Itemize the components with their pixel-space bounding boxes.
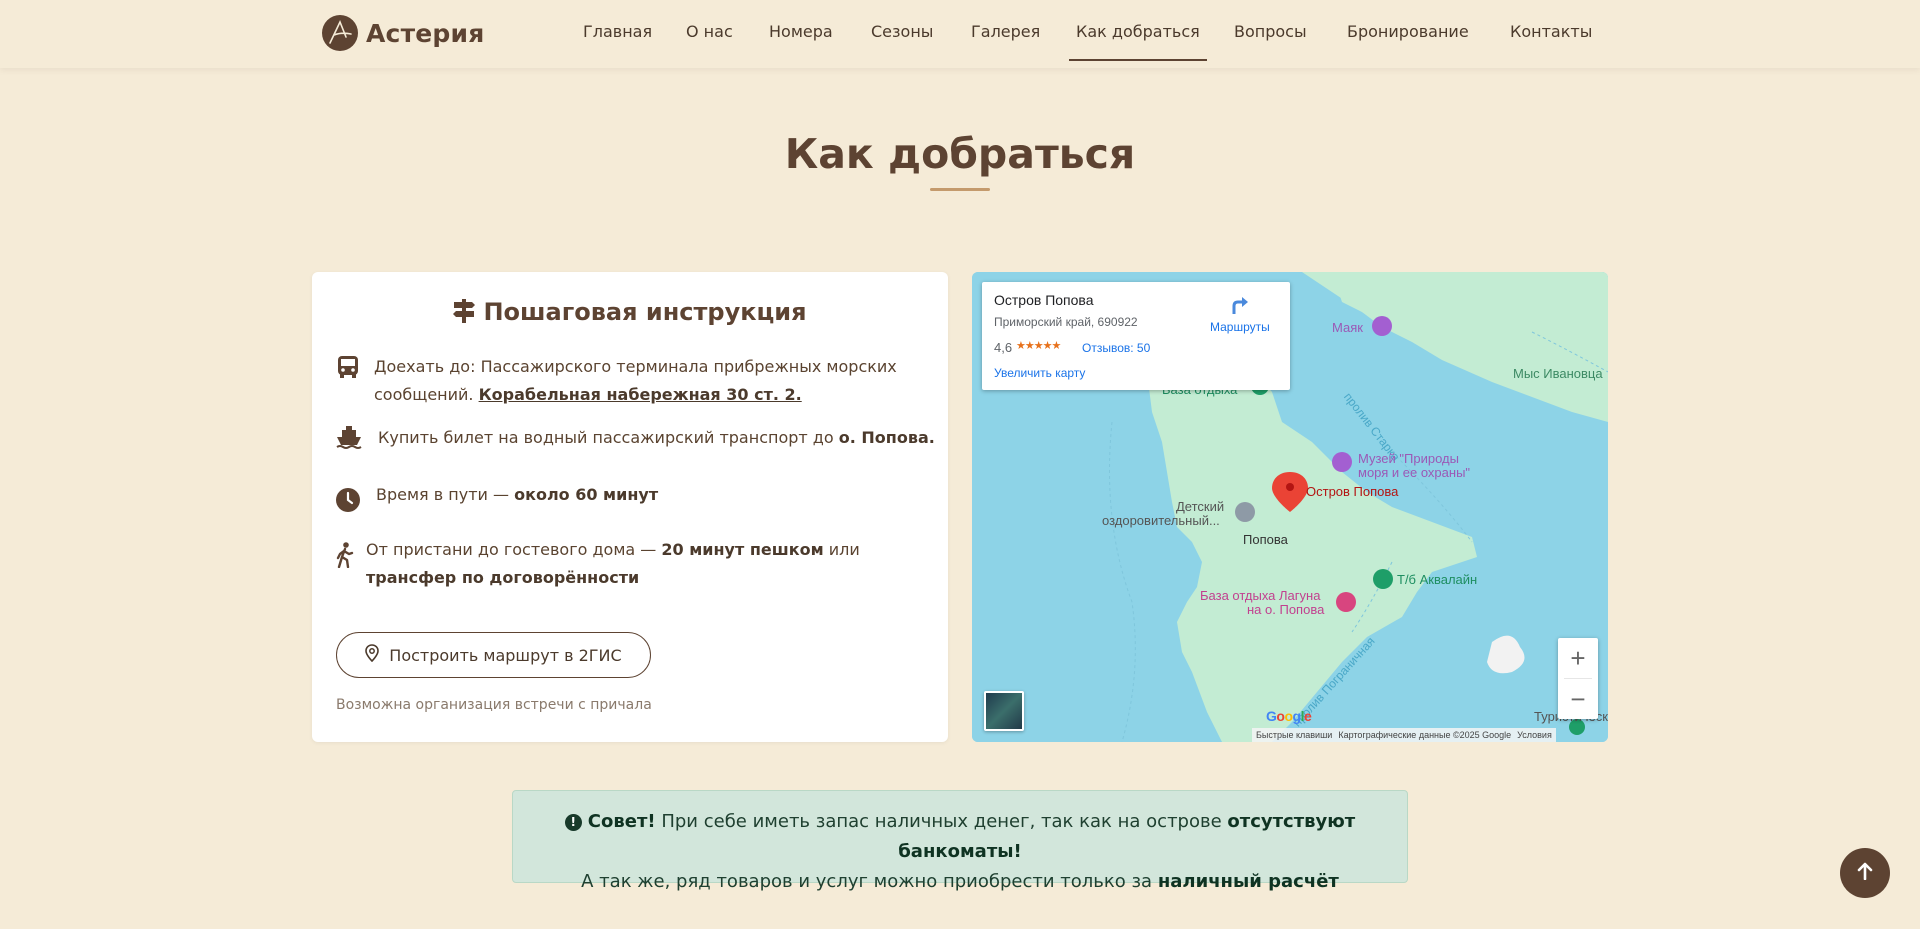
destination-island: о. Попова. (838, 428, 935, 447)
directions-link[interactable]: Маршруты (1210, 320, 1270, 334)
instructions-card: Пошаговая инструкция Доехать до: Пассажи… (312, 272, 948, 742)
place-rating: 4,6 (994, 340, 1013, 355)
clock-icon (336, 488, 360, 512)
nav-directions[interactable]: Как добраться (1076, 22, 1200, 41)
zoom-in-button[interactable]: + (1558, 638, 1598, 678)
step-bus: Доехать до: Пассажирского терминала приб… (336, 353, 934, 409)
step-bus-text: Доехать до: Пассажирского терминала приб… (374, 353, 934, 409)
place-title: Остров Попова (994, 292, 1094, 308)
map-label-laguna-line1: База отдыха Лагуна (1200, 588, 1321, 603)
directions-icon[interactable] (1228, 294, 1250, 321)
step-walk-or: или (823, 540, 860, 559)
step-ticket-text: Купить билет на водный пассажирский тран… (378, 424, 935, 452)
nav-home[interactable]: Главная (583, 22, 652, 41)
map-data-credit: Картографические данные ©2025 Google (1338, 730, 1512, 740)
step-duration: Время в пути — около 60 минут (336, 481, 658, 512)
logo-icon (322, 15, 358, 51)
nav-contacts[interactable]: Контакты (1510, 22, 1592, 41)
map-info-window: Остров Попова Приморский край, 690922 4,… (982, 282, 1290, 390)
step-walk-text: От пристани до гостевого дома — 20 минут… (366, 536, 926, 592)
tip-cash-only: наличный расчёт (1157, 871, 1339, 892)
step-ticket-desc: Купить билет на водный пассажирский тран… (378, 428, 839, 447)
instructions-heading: Пошаговая инструкция (312, 298, 948, 329)
nav-faq[interactable]: Вопросы (1234, 22, 1307, 41)
step-duration-desc: Время в пути — (376, 485, 515, 504)
terminal-address-link[interactable]: Корабельная набережная 30 ст. 2. (479, 385, 802, 404)
keyboard-shortcuts-link[interactable]: Быстрые клавиши (1256, 730, 1332, 740)
exclamation-icon: ! (564, 814, 582, 831)
map-label-island-pin: Остров Попова (1306, 484, 1399, 499)
site-header: Астерия Главная О нас Номера Сезоны Гале… (0, 0, 1920, 68)
enlarge-map-link[interactable]: Увеличить карту (994, 366, 1085, 380)
travel-time: около 60 минут (514, 485, 659, 504)
zoom-control: + − (1558, 638, 1598, 719)
arrow-up-icon (1857, 862, 1873, 884)
tip-line-2: А так же, ряд товаров и услуг можно прио… (513, 867, 1407, 897)
scroll-to-top-button[interactable] (1840, 848, 1890, 898)
step-walk: От пристани до гостевого дома — 20 минут… (336, 536, 926, 592)
walking-icon (336, 542, 358, 569)
page-title: Как добраться (784, 130, 1136, 178)
map-label-laguna-line2: на о. Попова (1247, 602, 1325, 617)
nav-rooms[interactable]: Номера (769, 22, 833, 41)
step-walk-desc: От пристани до гостевого дома — (366, 540, 662, 559)
tip-text-2: А так же, ряд товаров и услуг можно прио… (581, 871, 1158, 892)
brand-logo[interactable]: Астерия (322, 14, 484, 52)
build-route-2gis-button[interactable]: Построить маршрут в 2ГИС (336, 632, 651, 678)
map-label-museum-line1: Музей "Природы (1358, 451, 1459, 466)
map-label-camp-line1: Детский (1176, 499, 1225, 514)
signpost-icon (453, 299, 476, 329)
walk-time: 20 минут пешком (661, 540, 824, 559)
bus-icon (336, 355, 360, 379)
place-address: Приморский край, 690922 (994, 315, 1138, 329)
map-label-akvalain: Т/б Аквалайн (1397, 572, 1478, 587)
pickup-note: Возможна организация встречи с причала (336, 697, 652, 713)
build-route-label: Построить маршрут в 2ГИС (389, 645, 622, 665)
tip-text-1: При себе иметь запас наличных денег, так… (655, 811, 1228, 832)
nav-about[interactable]: О нас (686, 22, 733, 41)
satellite-layer-toggle[interactable] (984, 691, 1024, 731)
map-label-museum-line2: моря и ее охраны" (1358, 465, 1471, 480)
reviews-link[interactable]: Отзывов: 50 (1082, 341, 1150, 355)
tip-line-1: ! Совет! При себе иметь запас наличных де… (513, 807, 1407, 867)
map-attribution: Быстрые клавиши Картографические данные … (1252, 728, 1556, 742)
map-pin-icon (365, 644, 380, 666)
step-ticket: Купить билет на водный пассажирский тран… (336, 424, 935, 452)
tip-lead: Совет! (587, 811, 656, 832)
terms-link[interactable]: Условия (1517, 730, 1552, 740)
google-map[interactable]: Маяк Мыс Ивановца пролив Старка База отд… (972, 272, 1608, 742)
map-label-cape: Мыс Ивановца (1513, 366, 1603, 381)
transfer-option: трансфер по договорённости (366, 568, 640, 587)
title-underline (930, 188, 990, 191)
step-duration-text: Время в пути — около 60 минут (376, 481, 658, 509)
nav-gallery[interactable]: Галерея (971, 22, 1040, 41)
map-label-camp-line2: оздоровительный... (1102, 513, 1220, 528)
zoom-out-button[interactable]: − (1558, 679, 1598, 719)
map-label-village: Попова (1243, 532, 1288, 547)
nav-active-indicator (1069, 59, 1207, 61)
google-logo: Google (1266, 708, 1312, 724)
brand-name: Астерия (366, 18, 485, 48)
map-label-lighthouse: Маяк (1332, 320, 1363, 335)
cash-tip-alert: ! Совет! При себе иметь запас наличных де… (512, 790, 1408, 892)
ship-icon (336, 426, 362, 450)
rating-stars-icon: ★★★★★ (1016, 340, 1061, 352)
nav-seasons[interactable]: Сезоны (871, 22, 933, 41)
instructions-title: Пошаговая инструкция (483, 298, 807, 326)
nav-booking[interactable]: Бронирование (1347, 22, 1469, 41)
